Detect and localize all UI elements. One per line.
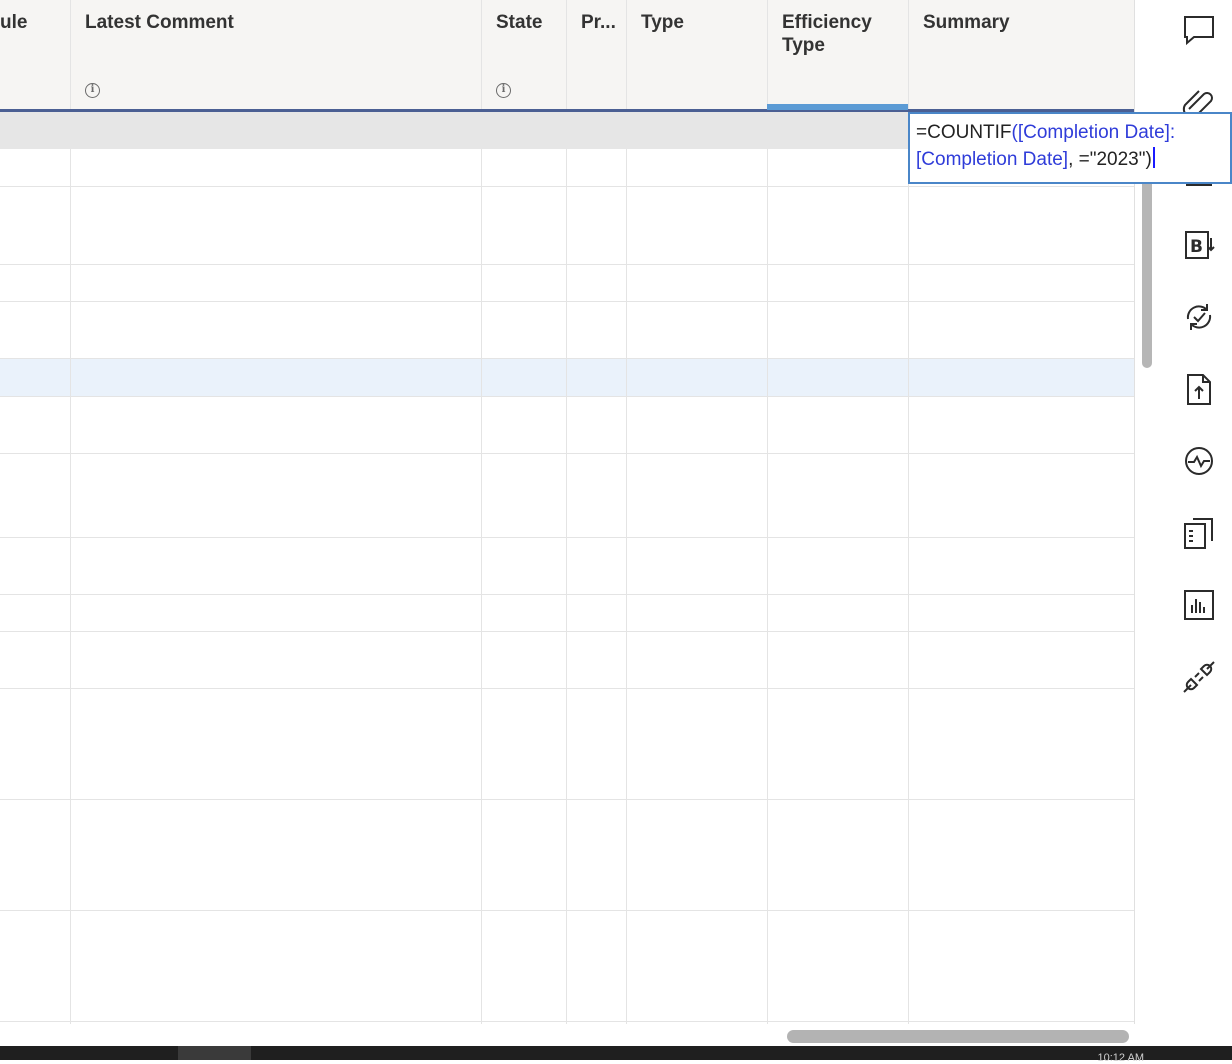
column-divider [70, 149, 71, 1024]
column-divider [626, 149, 627, 1024]
taskbar-clock: 10:12 AM [1097, 1052, 1144, 1064]
table-row[interactable] [0, 911, 1135, 1022]
activity-log-icon[interactable] [1180, 442, 1218, 480]
connector-icon[interactable] [1180, 658, 1218, 696]
table-row[interactable] [0, 265, 1135, 302]
summary-icon[interactable] [1180, 514, 1218, 552]
info-icon[interactable]: i [85, 83, 100, 98]
table-row[interactable] [0, 595, 1135, 632]
table-row[interactable] [0, 302, 1135, 359]
taskbar-app-button[interactable] [178, 1046, 251, 1060]
table-row[interactable] [0, 689, 1135, 800]
column-header-label: Type [641, 12, 684, 33]
text-cursor [1152, 147, 1155, 168]
column-divider [566, 149, 567, 1024]
formula-criteria: , ="2023") [1068, 149, 1152, 170]
column-header-efficiency-type[interactable]: Efficiency Type [768, 0, 909, 109]
column-header-label: Pr... [581, 12, 616, 33]
reports-icon[interactable] [1180, 586, 1218, 624]
column-header-latest-comment[interactable]: Latest Comment i [71, 0, 482, 109]
table-row[interactable] [0, 538, 1135, 595]
column-header-label: State [496, 12, 543, 33]
table-row[interactable] [0, 187, 1135, 265]
formula-range-end: [Completion Date] [916, 149, 1069, 170]
svg-text:B: B [1190, 237, 1203, 257]
table-row[interactable] [0, 632, 1135, 689]
table-row-selected[interactable] [0, 359, 1135, 397]
vertical-scrollbar[interactable] [1142, 160, 1152, 368]
formula-editor[interactable]: =COUNTIF([Completion Date]: [Completion D… [908, 112, 1232, 184]
formula-function: =COUNTIF [916, 122, 1012, 143]
column-header-state[interactable]: State i [482, 0, 567, 109]
update-request-icon[interactable] [1180, 298, 1218, 336]
formula-range-start: ([Completion Date]: [1011, 122, 1176, 143]
column-divider [908, 149, 909, 1024]
column-selected-indicator [767, 104, 908, 110]
table-row[interactable] [0, 454, 1135, 538]
column-header-priority[interactable]: Pr... [567, 0, 627, 109]
column-header-label: Latest Comment [85, 12, 234, 33]
column-header-summary[interactable]: Summary [909, 0, 1135, 109]
column-header-schedule[interactable]: ule [0, 0, 71, 109]
comment-icon[interactable] [1180, 11, 1218, 49]
publish-icon[interactable] [1180, 370, 1218, 408]
column-header-label: Summary [923, 12, 1010, 33]
column-header-label: ule [0, 12, 28, 33]
column-divider [767, 149, 768, 1024]
column-header-label: Efficiency Type [782, 12, 872, 56]
briefcase-icon[interactable]: B [1180, 226, 1218, 264]
column-header-type[interactable]: Type [627, 0, 768, 109]
horizontal-scrollbar[interactable] [787, 1030, 1129, 1043]
table-row[interactable] [0, 800, 1135, 911]
table-row[interactable] [0, 397, 1135, 454]
column-divider [481, 149, 482, 1024]
info-icon[interactable]: i [496, 83, 511, 98]
